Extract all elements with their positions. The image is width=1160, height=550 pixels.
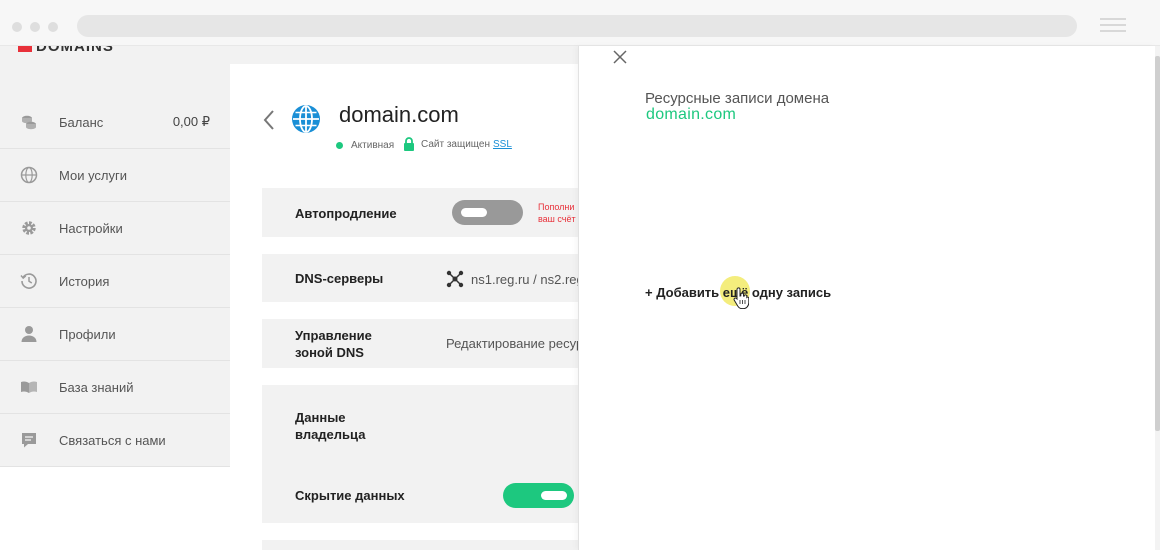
coins-icon — [22, 115, 36, 130]
sidebar-item-label: Настройки — [59, 220, 123, 236]
domain-status: Активная — [336, 140, 394, 151]
chat-icon — [22, 433, 36, 448]
dns-zone-label: Управление зоной DNS — [295, 328, 372, 360]
dns-zone-value[interactable]: Редактирование ресурсных записей — [446, 336, 578, 351]
page-scrollbar[interactable] — [1155, 46, 1160, 550]
close-icon[interactable] — [612, 49, 628, 65]
book-icon — [21, 381, 37, 393]
autorenew-toggle[interactable] — [452, 200, 523, 225]
window-dot-close[interactable] — [12, 22, 22, 32]
sidebar-item-contact[interactable]: Связаться с нами — [0, 414, 230, 467]
privacy-toggle[interactable] — [503, 483, 574, 508]
status-dot-icon — [336, 142, 343, 149]
sidebar-item-settings[interactable]: Настройки — [0, 202, 230, 255]
gear-icon — [22, 221, 36, 235]
sidebar-item-label: Баланс — [59, 114, 104, 130]
user-icon — [21, 326, 37, 342]
browser-menu-icon[interactable] — [1100, 18, 1126, 32]
sidebar-item-label: История — [59, 273, 110, 289]
window-dot-maximize[interactable] — [48, 22, 58, 32]
warning-line: Пополни — [538, 202, 575, 212]
sidebar-item-services[interactable]: Мои услуги — [0, 149, 230, 202]
domain-title: domain.com — [339, 102, 459, 127]
sidebar-item-profiles[interactable]: Профили — [0, 308, 230, 361]
panel-domain: domain.com — [646, 106, 737, 123]
window-dot-minimize[interactable] — [30, 22, 40, 32]
privacy-label: Скрытие данных — [295, 488, 405, 503]
sidebar-item-label: Связаться с нами — [59, 432, 166, 448]
globe-icon — [20, 166, 38, 184]
dns-servers-text: ns1.reg.ru / ns2.reg.ru — [471, 271, 578, 287]
dns-servers-label: DNS-серверы — [295, 271, 384, 286]
sidebar-item-label: Мои услуги — [59, 167, 128, 183]
hand-cursor-icon — [733, 287, 749, 309]
sidebar-item-history[interactable]: История — [0, 255, 230, 308]
panel-title: Ресурсные записи домена — [645, 90, 830, 107]
domain-globe-icon — [292, 105, 320, 133]
address-bar[interactable] — [77, 15, 1077, 37]
autorenew-label: Автопродление — [295, 206, 397, 221]
warning-line: ваш счёт — [538, 214, 576, 224]
next-row — [262, 540, 578, 550]
scrollbar-thumb[interactable] — [1155, 56, 1160, 431]
lock-icon — [404, 137, 414, 151]
dns-servers-value[interactable]: ns1.reg.ru / ns2.reg.ru — [446, 270, 578, 288]
history-clock-icon — [20, 273, 37, 289]
sidebar-item-knowledge-base[interactable]: База знаний — [0, 361, 230, 414]
sidebar-item-label: Профили — [59, 326, 116, 342]
back-arrow-icon[interactable] — [262, 109, 276, 131]
sidebar-item-label: База знаний — [59, 379, 134, 395]
autorenew-row: Автопродление — [262, 188, 578, 237]
balance-value: 0,00 ₽ — [172, 114, 210, 129]
ssl-link[interactable]: SSL — [493, 139, 512, 150]
status-label: Активная — [351, 140, 395, 151]
browser-chrome — [0, 0, 1160, 46]
sidebar-item-balance[interactable]: Баланс 0,00 ₽ — [0, 96, 230, 149]
ssl-status: Сайт защищен SSL — [403, 137, 512, 151]
autorenew-warning: Пополни ваш счёт — [538, 201, 578, 225]
network-nodes-icon — [446, 270, 464, 288]
sidebar: Баланс 0,00 ₽ Мои услуги Настройки Истор… — [0, 64, 230, 467]
ssl-label: Сайт защищен — [421, 138, 490, 150]
owner-data-label: Данные владельца — [295, 410, 366, 442]
